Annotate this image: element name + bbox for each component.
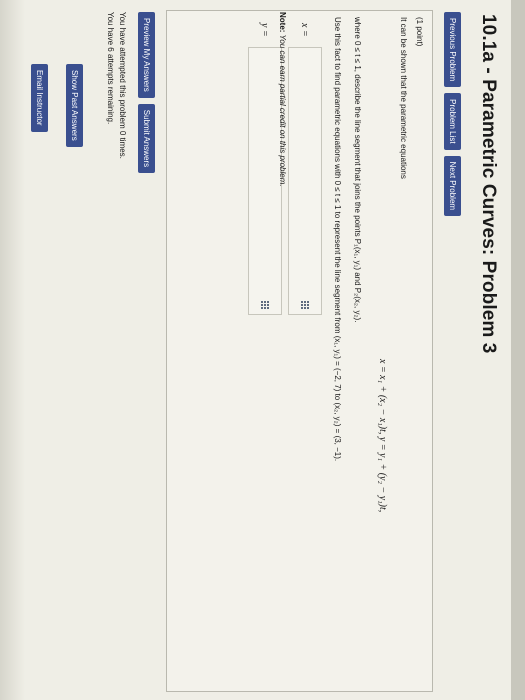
equation-editor-icon[interactable] — [301, 301, 310, 310]
page-bottom-shadow — [0, 0, 25, 700]
problem-list-button[interactable]: Problem List — [444, 93, 461, 150]
parametric-equation: x = x₁ + (x₂ − x₁)t, y = y₁ + (y₂ − y₁)t… — [377, 359, 388, 513]
x-answer-label: x = — [299, 23, 311, 37]
show-past-answers-button[interactable]: Show Past Answers — [66, 64, 83, 147]
problem-statement: It can be shown that the parametric equa… — [399, 17, 408, 179]
point-value: (1 point) — [415, 17, 424, 47]
x-answer-input[interactable] — [288, 47, 322, 315]
email-instructor-button[interactable]: Email Instructor — [31, 64, 48, 132]
page-title: 10.1a - Parametric Curves: Problem 3 — [478, 14, 499, 354]
note-text: You can earn partial credit on this prob… — [278, 32, 287, 187]
problem-where-text: where 0 ≤ t ≤ 1, describe the line segme… — [353, 17, 362, 323]
page-top-edge — [511, 0, 525, 700]
equation-editor-icon[interactable] — [261, 301, 270, 310]
previous-problem-button[interactable]: Previous Problem — [444, 12, 461, 88]
x-answer-row: x = — [288, 23, 322, 315]
y-answer-label: y = — [259, 23, 271, 37]
problem-navigation: Previous Problem Problem List Next Probl… — [444, 12, 461, 217]
problem-panel: (1 point) It can be shown that the param… — [166, 10, 433, 692]
y-answer-input[interactable] — [248, 47, 282, 315]
note-prefix: Note: — [278, 12, 287, 33]
attempt-count-text: You have attempted this problem 0 times. — [118, 12, 127, 159]
attempts-remaining-text: You have 6 attempts remaining. — [106, 12, 115, 125]
partial-credit-note: Note: You can earn partial credit on thi… — [278, 12, 287, 187]
next-problem-button[interactable]: Next Problem — [444, 155, 461, 217]
problem-task-text: Use this fact to find parametric equatio… — [333, 17, 342, 462]
answer-actions: Preview My Answers Submit Answers — [138, 12, 155, 174]
submit-answers-button[interactable]: Submit Answers — [138, 103, 155, 174]
webwork-page: 10.1a - Parametric Curves: Problem 3 Pre… — [0, 0, 525, 700]
y-answer-row: y = — [248, 23, 282, 315]
preview-answers-button[interactable]: Preview My Answers — [138, 12, 155, 98]
